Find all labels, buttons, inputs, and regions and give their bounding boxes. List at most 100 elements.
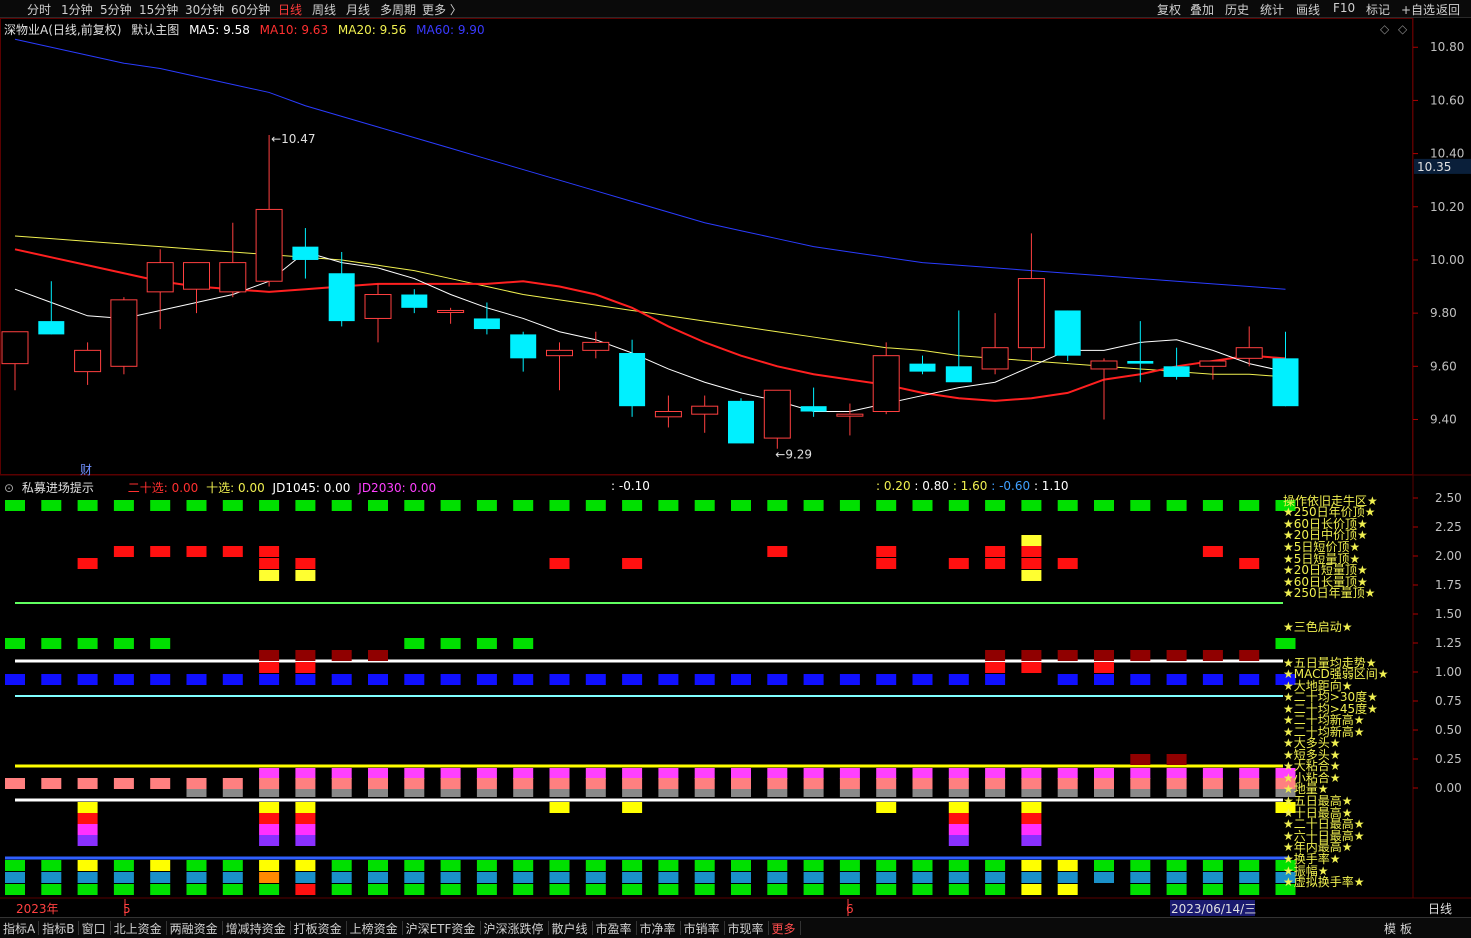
candle-body — [728, 400, 754, 444]
module-button[interactable]: 模 — [1384, 920, 1396, 937]
signal-block — [694, 872, 715, 883]
signal-block — [622, 768, 643, 779]
signal-block — [549, 768, 570, 779]
indicator-name[interactable]: 私募进场提示 — [22, 481, 94, 495]
indicator-tab-10[interactable]: 散户线 — [552, 920, 588, 937]
signal-block — [77, 778, 98, 789]
period-tab-5[interactable]: 60分钟 — [231, 1, 270, 18]
candle-body — [1054, 310, 1081, 356]
indicator-tab-12[interactable]: 市净率 — [640, 920, 676, 937]
signal-block — [150, 884, 171, 895]
signal-block — [404, 872, 425, 883]
indicator-tab-15[interactable]: 更多 — [772, 920, 796, 937]
signal-block — [150, 860, 171, 871]
period-tab-9[interactable]: 多周期 — [380, 1, 416, 18]
indicator-tab-6[interactable]: 打板资金 — [294, 920, 342, 937]
signal-block — [839, 778, 860, 789]
signal-block — [5, 860, 25, 871]
signal-block — [694, 860, 715, 871]
signal-block — [295, 835, 316, 846]
toolbar-button-7[interactable]: +自选 — [1401, 1, 1435, 18]
indicator-tab-14[interactable]: 市现率 — [728, 920, 764, 937]
signal-block — [803, 860, 824, 871]
signal-block — [77, 813, 98, 824]
period-tab-1[interactable]: 1分钟 — [61, 1, 93, 18]
period-tab-8[interactable]: 月线 — [346, 1, 370, 18]
kline-chart[interactable]: 10.80 10.60 10.40 10.20 10.00 9.80 9.60 9.40 10.… — [0, 18, 1471, 917]
signal-block — [767, 546, 788, 557]
signal-block — [1021, 650, 1042, 661]
signal-block — [1130, 860, 1151, 871]
indicator-v6: : 0.20 — [876, 479, 911, 493]
indicator-tab-3[interactable]: 北上资金 — [114, 920, 162, 937]
signal-block — [440, 872, 461, 883]
signal-block — [985, 650, 1006, 661]
signal-block — [948, 884, 969, 895]
signal-block — [1057, 789, 1078, 797]
signal-block — [513, 884, 534, 895]
signal-block — [222, 872, 243, 883]
toolbar-button-1[interactable]: 叠加 — [1190, 1, 1214, 18]
signal-block — [259, 802, 280, 813]
candle-body — [1, 331, 29, 365]
signal-block — [1202, 546, 1223, 557]
indicator-tab-0[interactable]: 指标A — [3, 920, 35, 937]
period-tab-0[interactable]: 分时 — [27, 1, 51, 18]
period-tab-4[interactable]: 30分钟 — [185, 1, 224, 18]
signal-block — [476, 674, 497, 685]
price-axis-label-1: 10.60 — [1430, 93, 1464, 107]
signal-block — [585, 860, 606, 871]
sub-axis-label-1: 2.25 — [1435, 520, 1462, 534]
signal-block — [549, 789, 570, 797]
signal-block — [839, 674, 860, 685]
period-tab-3[interactable]: 15分钟 — [139, 1, 178, 18]
signal-block — [731, 674, 751, 685]
toolbar-button-6[interactable]: 标记 — [1366, 1, 1390, 18]
signal-block — [186, 884, 207, 895]
toolbar-button-0[interactable]: 复权 — [1157, 1, 1181, 18]
signal-block — [222, 789, 243, 797]
indicator-tab-11[interactable]: 市盈率 — [596, 920, 632, 937]
toolbar-button-8[interactable]: 返回 — [1436, 1, 1460, 18]
signal-block — [1239, 768, 1260, 779]
signal-block — [803, 789, 824, 797]
signal-block — [767, 500, 788, 511]
toolbar-button-3[interactable]: 统计 — [1260, 1, 1284, 18]
signal-block — [1021, 813, 1042, 824]
signal-block — [1021, 570, 1042, 581]
date-month-6: 6 — [846, 902, 854, 916]
signal-block — [731, 884, 751, 895]
indicator-tab-1[interactable]: 指标B — [42, 920, 74, 937]
indicator-tab-13[interactable]: 市销率 — [684, 920, 720, 937]
indicator-tab-4[interactable]: 两融资金 — [170, 920, 218, 937]
signal-block — [295, 674, 316, 685]
signal-block — [1057, 778, 1078, 789]
toolbar-button-5[interactable]: F10 — [1333, 1, 1355, 15]
signal-block — [767, 860, 788, 871]
period-tab-7[interactable]: 周线 — [312, 1, 336, 18]
toolbar-button-4[interactable]: 画线 — [1296, 1, 1320, 18]
signal-block — [1021, 500, 1042, 511]
indicator-tab-9[interactable]: 沪深涨跌停 — [484, 920, 544, 937]
signal-block — [622, 872, 643, 883]
signal-block — [1057, 872, 1078, 883]
toolbar-button-2[interactable]: 历史 — [1225, 1, 1249, 18]
period-tab-6[interactable]: 日线 — [278, 1, 302, 18]
indicator-tab-8[interactable]: 沪深ETF资金 — [406, 920, 476, 937]
price-axis-label-4: 10.00 — [1430, 253, 1464, 267]
signal-block — [77, 500, 98, 511]
indicator-collapse-icon[interactable]: ⊙ — [4, 481, 14, 495]
signal-block — [476, 872, 497, 883]
indicator-tab-2[interactable]: 窗口 — [82, 920, 106, 937]
signal-block — [839, 872, 860, 883]
period-tab-2[interactable]: 5分钟 — [100, 1, 132, 18]
period-tab-10[interactable]: 更多 〉 — [422, 1, 462, 18]
signal-block — [622, 500, 643, 511]
signal-block — [622, 884, 643, 895]
board-button[interactable]: 板 — [1400, 920, 1412, 937]
signal-block — [622, 778, 643, 789]
indicator-tab-5[interactable]: 增减持资金 — [226, 920, 286, 937]
signal-block — [731, 500, 751, 511]
signal-block — [1021, 824, 1042, 835]
indicator-tab-7[interactable]: 上榜资金 — [350, 920, 398, 937]
